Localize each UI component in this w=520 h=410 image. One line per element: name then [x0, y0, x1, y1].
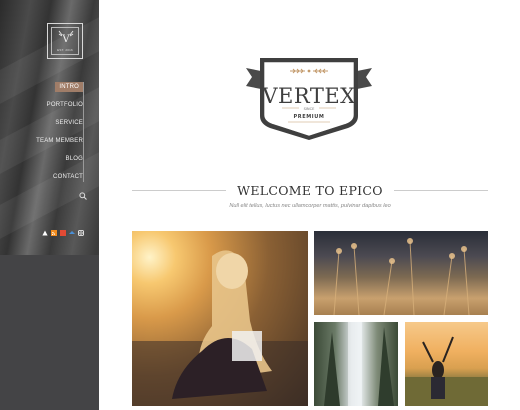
photo-girl-sunset[interactable] — [132, 231, 308, 406]
menu-item-portfolio[interactable]: PORTFOLIO — [36, 100, 83, 118]
instagram-icon[interactable] — [78, 230, 84, 236]
brand-badge: VERTEX SINCE PREMIUM — [244, 52, 374, 142]
social-icon-1[interactable] — [42, 230, 48, 236]
brand-name: VERTEX — [261, 84, 355, 108]
social-icon-3[interactable] — [60, 230, 66, 236]
logo-est-text: EST. 2016 — [57, 48, 73, 52]
brand-sub: PREMIUM — [293, 114, 324, 120]
photo-girl-field[interactable] — [405, 322, 488, 406]
sidebar: V EST. 2016 INTRO PORTFOLIO SERVICE TEAM… — [0, 0, 99, 410]
brand-since: SINCE — [304, 107, 316, 111]
social-links — [42, 230, 84, 236]
brand-badge-graphic: VERTEX SINCE PREMIUM — [246, 58, 372, 140]
photo-forest-waterfall[interactable] — [314, 322, 398, 406]
sidebar-lower-panel — [0, 255, 99, 410]
menu-item-blog[interactable]: BLOG — [36, 154, 83, 172]
photo-wildflower-field-image — [333, 238, 470, 315]
menu-item-intro[interactable]: INTRO — [36, 82, 83, 100]
site-logo[interactable]: V EST. 2016 — [47, 23, 83, 59]
welcome-title: WELCOME TO EPICO — [237, 183, 383, 198]
photo-wildflower-field[interactable] — [314, 231, 488, 315]
welcome-header: WELCOME TO EPICO — [132, 181, 488, 201]
welcome-tagline: Null elit tellus, luctus nec ullamcorper… — [229, 203, 391, 209]
social-icon-4[interactable] — [69, 230, 75, 236]
ornament-dot — [307, 69, 311, 73]
rss-icon[interactable] — [51, 230, 57, 236]
menu-item-service[interactable]: SERVICE — [36, 118, 83, 136]
photo-girl-field-image — [405, 336, 488, 406]
search-icon[interactable] — [79, 192, 87, 200]
main-menu: INTRO PORTFOLIO SERVICE TEAM MEMBER BLOG… — [36, 82, 83, 190]
menu-divider-line — [83, 82, 84, 182]
logo-letter: V — [61, 34, 70, 45]
photo-forest-waterfall-image — [324, 322, 394, 406]
menu-item-contact[interactable]: CONTACT — [36, 172, 83, 190]
photo-girl-sunset-image — [132, 250, 308, 406]
menu-item-team-member[interactable]: TEAM MEMBER — [36, 136, 83, 154]
antler-logo-icon: V — [58, 30, 74, 45]
